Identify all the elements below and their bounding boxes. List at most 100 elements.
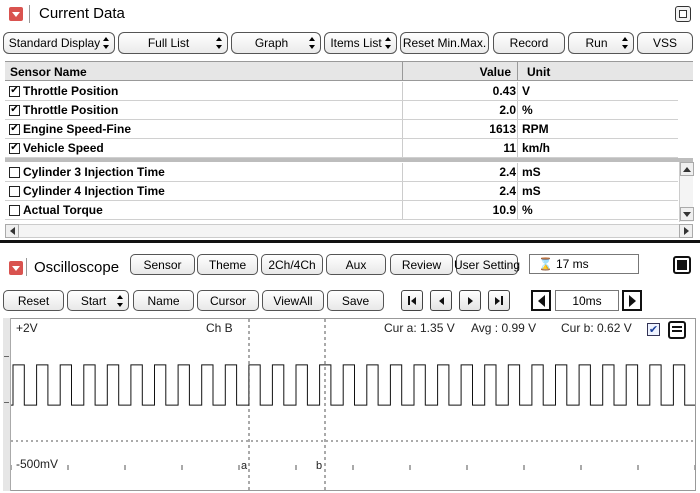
cursor-b-marker[interactable]: b bbox=[316, 460, 322, 472]
cursor-button[interactable]: Cursor bbox=[197, 290, 259, 311]
reset-button[interactable]: Reset bbox=[3, 290, 64, 311]
spinner-arrows-icon bbox=[216, 37, 223, 49]
sensor-checkbox[interactable] bbox=[9, 204, 20, 216]
user-setting-button[interactable]: User Setting bbox=[454, 254, 520, 275]
reset-label: Reset bbox=[17, 293, 50, 308]
skip-start-icon bbox=[408, 296, 416, 305]
full-list-label: Full List bbox=[147, 36, 190, 50]
sensor-unit: V bbox=[522, 84, 531, 98]
reset-min-max-label: Reset Min.Max. bbox=[402, 36, 487, 50]
collapse-current-data-button[interactable] bbox=[9, 7, 23, 21]
viewall-button[interactable]: ViewAll bbox=[262, 290, 324, 311]
reset-min-max-button[interactable]: Reset Min.Max. bbox=[400, 32, 489, 54]
scope-menu-icon[interactable] bbox=[668, 321, 686, 339]
scope-left-handle[interactable] bbox=[3, 318, 11, 491]
sensor-row[interactable]: Cylinder 4 Injection Time 2.4 mS bbox=[5, 182, 678, 201]
scroll-right-button[interactable] bbox=[679, 224, 693, 238]
2ch-4ch-label: 2Ch/4Ch bbox=[268, 257, 316, 272]
items-list-button[interactable]: Items List bbox=[324, 32, 397, 54]
scroll-left-button[interactable] bbox=[5, 224, 19, 238]
run-button[interactable]: Run bbox=[568, 32, 634, 54]
sensor-list-hscrollbar[interactable] bbox=[5, 224, 693, 238]
scope-top-voltage-label: +2V bbox=[16, 321, 38, 335]
column-unit: Unit bbox=[527, 65, 551, 79]
scroll-up-button[interactable] bbox=[680, 162, 694, 176]
previous-frame-button[interactable] bbox=[430, 290, 452, 311]
2ch-4ch-button[interactable]: 2Ch/4Ch bbox=[261, 254, 323, 275]
sensor-checkbox[interactable]: ✔ bbox=[9, 104, 20, 116]
name-button[interactable]: Name bbox=[133, 290, 194, 311]
sensor-unit: RPM bbox=[522, 122, 549, 136]
sensor-checkbox[interactable]: ✔ bbox=[9, 85, 20, 97]
sensor-unit: km/h bbox=[522, 141, 551, 155]
vss-label: VSS bbox=[652, 36, 677, 50]
spinner-arrows-icon bbox=[103, 37, 110, 49]
items-list-label: Items List bbox=[330, 36, 382, 50]
start-button[interactable]: Start bbox=[67, 290, 129, 311]
scope-waveform-plot[interactable] bbox=[11, 319, 695, 490]
sensor-checkbox[interactable]: ✔ bbox=[9, 142, 20, 154]
sensor-checkbox[interactable] bbox=[9, 185, 20, 197]
vss-button[interactable]: VSS bbox=[637, 32, 693, 54]
sensor-row[interactable]: ✔ Engine Speed-Fine 1613 RPM bbox=[5, 120, 678, 139]
sensor-checkbox[interactable] bbox=[9, 166, 20, 178]
spinner-arrows-icon bbox=[385, 37, 392, 49]
sensor-name-text: Throttle Position bbox=[23, 84, 119, 98]
sensor-name: ✔ Engine Speed-Fine bbox=[9, 122, 131, 136]
theme-button[interactable]: Theme bbox=[197, 254, 258, 275]
record-button[interactable]: Record bbox=[493, 32, 565, 54]
sensor-name-text: Cylinder 4 Injection Time bbox=[23, 184, 165, 198]
sensor-value: 2.0 bbox=[499, 103, 516, 117]
theme-label: Theme bbox=[208, 257, 247, 272]
graph-button[interactable]: Graph bbox=[231, 32, 321, 54]
sensor-list-scrollbar[interactable] bbox=[679, 162, 694, 222]
average-readout: Avg : 0.99 V bbox=[471, 321, 537, 335]
sensor-button[interactable]: Sensor bbox=[130, 254, 195, 275]
sensor-row[interactable]: Cylinder 3 Injection Time 2.4 mS bbox=[5, 163, 678, 182]
start-label: Start bbox=[80, 293, 107, 308]
next-frame-button[interactable] bbox=[459, 290, 481, 311]
hourglass-icon: ⌛ bbox=[538, 257, 553, 271]
window-restore-icon[interactable] bbox=[675, 6, 691, 22]
collapse-oscilloscope-button[interactable] bbox=[9, 261, 23, 275]
sensor-row[interactable]: Actual Torque 10.9% bbox=[5, 201, 678, 220]
aux-button[interactable]: Aux bbox=[326, 254, 386, 275]
aux-label: Aux bbox=[345, 257, 367, 272]
sensor-row[interactable]: ✔ Throttle Position 0.43 V bbox=[5, 82, 678, 101]
last-frame-button[interactable] bbox=[488, 290, 510, 311]
prev-icon bbox=[438, 296, 444, 305]
stop-icon[interactable] bbox=[673, 256, 691, 274]
column-sensor-name: Sensor Name bbox=[10, 65, 87, 79]
full-list-button[interactable]: Full List bbox=[118, 32, 228, 54]
timebase-increase-button[interactable] bbox=[622, 290, 642, 311]
sensor-row[interactable]: ✔ Vehicle Speed 11 km/h bbox=[5, 139, 678, 158]
sensor-name: ✔ Throttle Position bbox=[9, 84, 118, 98]
sensor-name: Actual Torque bbox=[9, 203, 103, 217]
run-label: Run bbox=[585, 36, 608, 50]
viewall-label: ViewAll bbox=[273, 293, 313, 308]
sensor-name: Cylinder 3 Injection Time bbox=[9, 165, 165, 179]
sensor-checkbox[interactable]: ✔ bbox=[9, 123, 20, 135]
sensor-name-text: Throttle Position bbox=[23, 103, 119, 117]
panel-separator bbox=[0, 240, 700, 243]
sensor-value: 2.4 bbox=[499, 184, 516, 198]
scroll-down-button[interactable] bbox=[680, 207, 694, 221]
spinner-arrows-icon bbox=[622, 37, 629, 49]
standard-display-button[interactable]: Standard Display bbox=[3, 32, 115, 54]
cursor-a-marker[interactable]: a bbox=[241, 460, 247, 472]
sensor-unit: % bbox=[522, 103, 533, 117]
sensor-value: 10.9 bbox=[492, 203, 516, 217]
review-button[interactable]: Review bbox=[390, 254, 453, 275]
sensor-value: 2.4 bbox=[499, 165, 516, 179]
sensor-unit: mS bbox=[522, 165, 541, 179]
save-button[interactable]: Save bbox=[327, 290, 384, 311]
first-frame-button[interactable] bbox=[401, 290, 423, 311]
oscilloscope-title-divider bbox=[26, 258, 27, 276]
sensor-name-text: Engine Speed-Fine bbox=[23, 122, 132, 136]
spinner-arrows-icon bbox=[309, 37, 316, 49]
timer-value: 17 ms bbox=[556, 257, 589, 271]
show-readout-checkbox[interactable]: ✔ bbox=[647, 323, 660, 336]
sensor-row[interactable]: ✔ Throttle Position 2.0% bbox=[5, 101, 678, 120]
timebase-decrease-button[interactable] bbox=[531, 290, 551, 311]
list-splitter[interactable] bbox=[5, 158, 693, 162]
